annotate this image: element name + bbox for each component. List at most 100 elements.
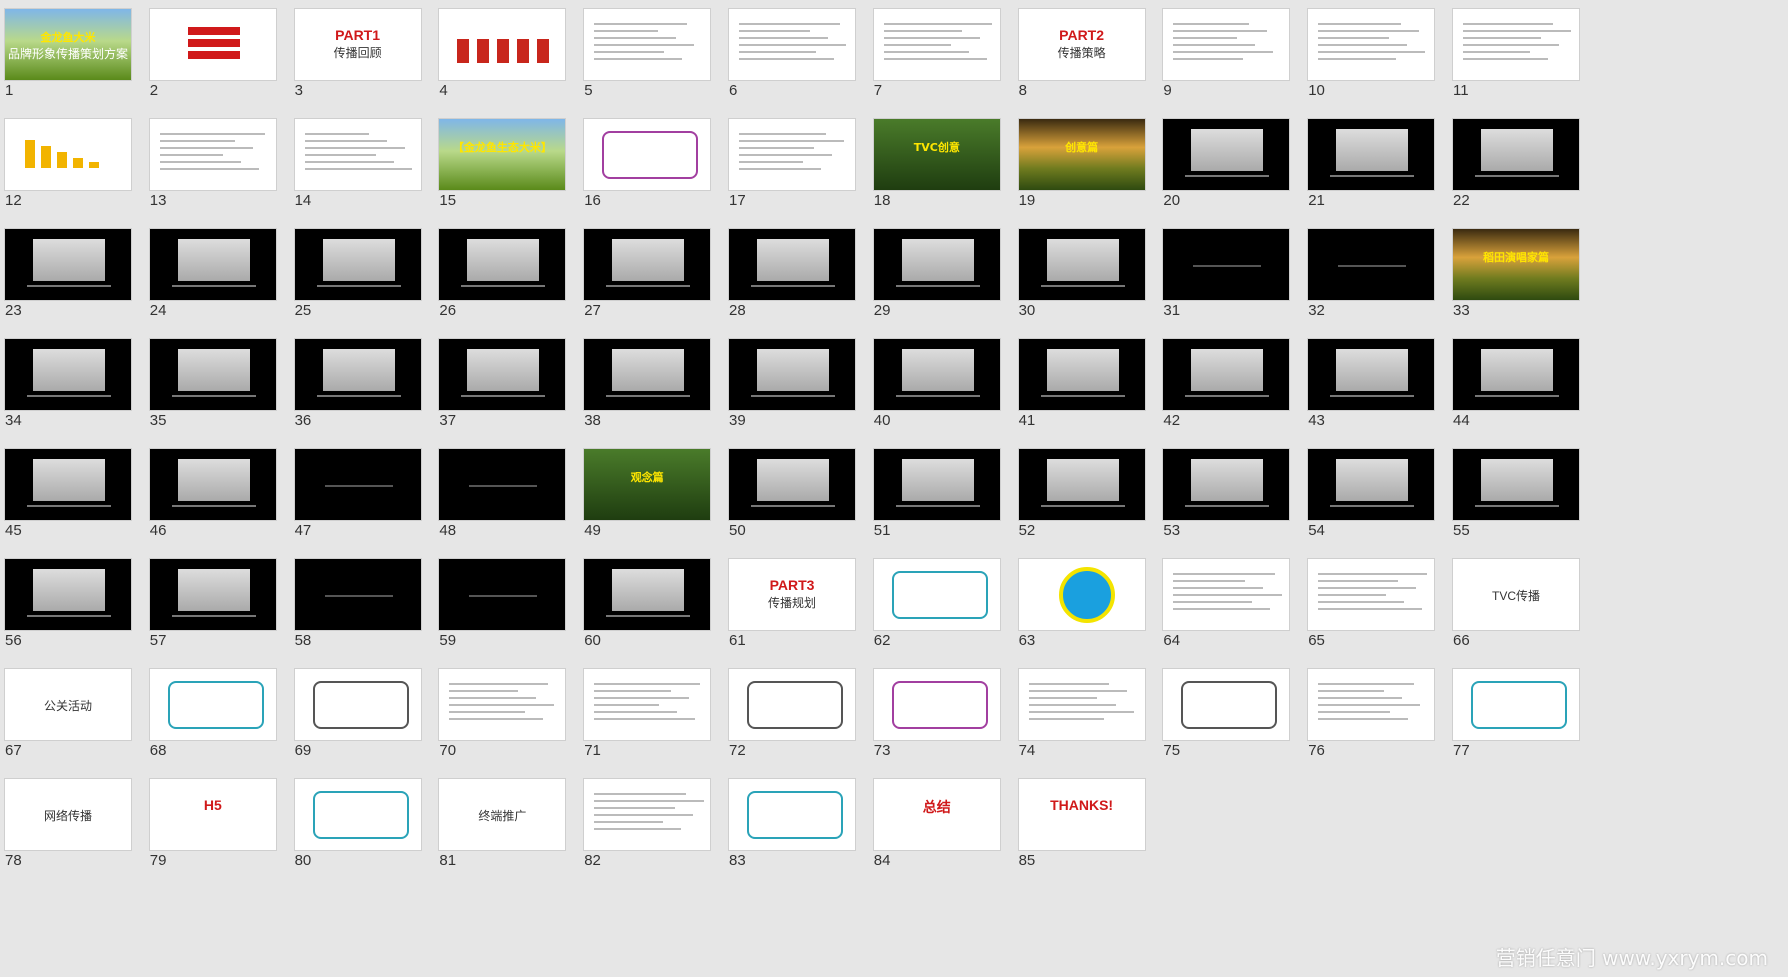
slide-thumbnail-27[interactable]: 27 [579, 224, 712, 324]
slide-number: 54 [1308, 522, 1325, 539]
slide-thumbnail-41[interactable]: 41 [1014, 334, 1146, 434]
slide-thumbnail-80[interactable]: 80 [290, 774, 422, 874]
slide-thumbnail-55[interactable]: 55 [1448, 444, 1580, 544]
slide-thumbnail-15[interactable]: 【金龙鱼生态大米】 15 [434, 114, 567, 214]
slide-thumbnail-6[interactable]: 6 [724, 4, 856, 104]
slide-preview: TVC创意 [872, 118, 1001, 191]
slide-thumbnail-14[interactable]: 14 [290, 114, 422, 214]
slide-thumbnail-36[interactable]: 36 [290, 334, 422, 434]
slide-thumbnail-42[interactable]: 42 [1158, 334, 1291, 434]
slide-thumbnail-57[interactable]: 57 [145, 554, 277, 654]
slide-thumbnail-51[interactable]: 51 [869, 444, 1001, 544]
slide-thumbnail-73[interactable]: 73 [869, 664, 1001, 764]
slide-thumbnail-53[interactable]: 53 [1158, 444, 1291, 544]
slide-thumbnail-43[interactable]: 43 [1303, 334, 1436, 434]
slide-thumbnail-74[interactable]: 74 [1014, 664, 1146, 764]
slide-thumbnail-11[interactable]: 11 [1448, 4, 1580, 104]
slide-thumbnail-26[interactable]: 26 [434, 224, 567, 324]
text-line [304, 140, 388, 142]
slide-thumbnail-79[interactable]: H5 79 [145, 774, 277, 874]
slide-thumbnail-75[interactable]: 75 [1158, 664, 1291, 764]
slide-thumbnail-85[interactable]: THANKS! 85 [1014, 774, 1146, 874]
text-line [594, 821, 664, 823]
slide-thumbnail-38[interactable]: 38 [579, 334, 712, 434]
slide-thumbnail-8[interactable]: PART2 传播策略 8 [1014, 4, 1146, 104]
slide-thumbnail-13[interactable]: 13 [145, 114, 277, 214]
slide-thumbnail-59[interactable]: 59 [434, 554, 567, 654]
slide-thumbnail-37[interactable]: 37 [434, 334, 567, 434]
slide-thumbnail-19[interactable]: 创意篇 19 [1014, 114, 1146, 214]
slide-thumbnail-72[interactable]: 72 [724, 664, 856, 764]
slide-thumbnail-82[interactable]: 82 [579, 774, 712, 874]
text-line [594, 37, 676, 39]
slide-thumbnail-71[interactable]: 71 [579, 664, 712, 764]
slide-thumbnail-20[interactable]: 20 [1158, 114, 1291, 214]
slide-thumbnail-12[interactable]: 12 [0, 114, 132, 214]
slide-thumbnail-32[interactable]: 32 [1303, 224, 1436, 324]
slide-thumbnail-62[interactable]: 62 [869, 554, 1001, 654]
slide-thumbnail-77[interactable]: 77 [1448, 664, 1580, 764]
slide-thumbnail-7[interactable]: 7 [869, 4, 1001, 104]
slide-thumbnail-84[interactable]: 总结 84 [869, 774, 1001, 874]
slide-thumbnail-17[interactable]: 17 [724, 114, 856, 214]
slide-thumbnail-40[interactable]: 40 [869, 334, 1001, 434]
slide-thumbnail-1[interactable]: 金龙鱼大米 品牌形象传播策划方案 1 [0, 4, 132, 104]
slide-thumbnail-70[interactable]: 70 [434, 664, 567, 764]
slide-preview [583, 118, 712, 191]
slide-preview [872, 448, 1001, 521]
slide-thumbnail-25[interactable]: 25 [290, 224, 422, 324]
slide-thumbnail-58[interactable]: 58 [290, 554, 422, 654]
slide-number: 85 [1018, 852, 1036, 869]
text-line [739, 37, 829, 39]
slide-thumbnail-5[interactable]: 5 [579, 4, 712, 104]
slide-thumbnail-69[interactable]: 69 [290, 664, 422, 764]
slide-thumbnail-67[interactable]: 公关活动 67 [0, 664, 132, 764]
slide-thumbnail-81[interactable]: 终端推广 81 [434, 774, 567, 874]
caption-line [751, 505, 835, 507]
slide-preview [1162, 228, 1291, 301]
slide-thumbnail-52[interactable]: 52 [1014, 444, 1146, 544]
slide-thumbnail-64[interactable]: 64 [1158, 554, 1291, 654]
slide-thumbnail-31[interactable]: 31 [1158, 224, 1291, 324]
slide-thumbnail-47[interactable]: 47 [290, 444, 422, 544]
slide-thumbnail-39[interactable]: 39 [724, 334, 856, 434]
caption-line [1475, 505, 1559, 507]
slide-thumbnail-3[interactable]: PART1 传播回顾 3 [290, 4, 422, 104]
slide-thumbnail-78[interactable]: 网络传播 78 [0, 774, 132, 874]
slide-thumbnail-46[interactable]: 46 [145, 444, 277, 544]
slide-thumbnail-34[interactable]: 34 [0, 334, 132, 434]
slide-thumbnail-66[interactable]: TVC传播 66 [1448, 554, 1580, 654]
slide-thumbnail-16[interactable]: 16 [579, 114, 712, 214]
slide-thumbnail-49[interactable]: 观念篇 49 [579, 444, 712, 544]
slide-thumbnail-50[interactable]: 50 [724, 444, 856, 544]
slide-thumbnail-44[interactable]: 44 [1448, 334, 1580, 434]
slide-thumbnail-29[interactable]: 29 [869, 224, 1001, 324]
slide-thumbnail-24[interactable]: 24 [145, 224, 277, 324]
slide-thumbnail-65[interactable]: 65 [1303, 554, 1436, 654]
slide-thumbnail-35[interactable]: 35 [145, 334, 277, 434]
slide-thumbnail-10[interactable]: 10 [1303, 4, 1436, 104]
slide-thumbnail-68[interactable]: 68 [145, 664, 277, 764]
text-box [312, 681, 409, 729]
slide-thumbnail-54[interactable]: 54 [1303, 444, 1436, 544]
slide-thumbnail-45[interactable]: 45 [0, 444, 132, 544]
slide-thumbnail-2[interactable]: 2 [145, 4, 277, 104]
slide-thumbnail-56[interactable]: 56 [0, 554, 132, 654]
slide-thumbnail-21[interactable]: 21 [1303, 114, 1436, 214]
slide-thumbnail-76[interactable]: 76 [1303, 664, 1436, 764]
slide-thumbnail-48[interactable]: 48 [434, 444, 567, 544]
slide-thumbnail-4[interactable]: 4 [434, 4, 567, 104]
slide-thumbnail-60[interactable]: 60 [579, 554, 712, 654]
slide-number: 69 [294, 742, 312, 759]
slide-thumbnail-28[interactable]: 28 [724, 224, 856, 324]
slide-thumbnail-9[interactable]: 9 [1158, 4, 1291, 104]
slide-thumbnail-18[interactable]: TVC创意 18 [869, 114, 1001, 214]
slide-thumbnail-83[interactable]: 83 [724, 774, 856, 874]
slide-thumbnail-22[interactable]: 22 [1448, 114, 1580, 214]
slide-thumbnail-23[interactable]: 23 [0, 224, 132, 324]
slide-thumbnail-33[interactable]: 稻田演唱家篇 33 [1448, 224, 1580, 324]
slide-thumbnail-63[interactable]: 63 [1014, 554, 1146, 654]
slide-thumbnail-61[interactable]: PART3 传播规划 61 [724, 554, 856, 654]
slide-title: 稻田演唱家篇 [1483, 251, 1549, 264]
slide-thumbnail-30[interactable]: 30 [1014, 224, 1146, 324]
